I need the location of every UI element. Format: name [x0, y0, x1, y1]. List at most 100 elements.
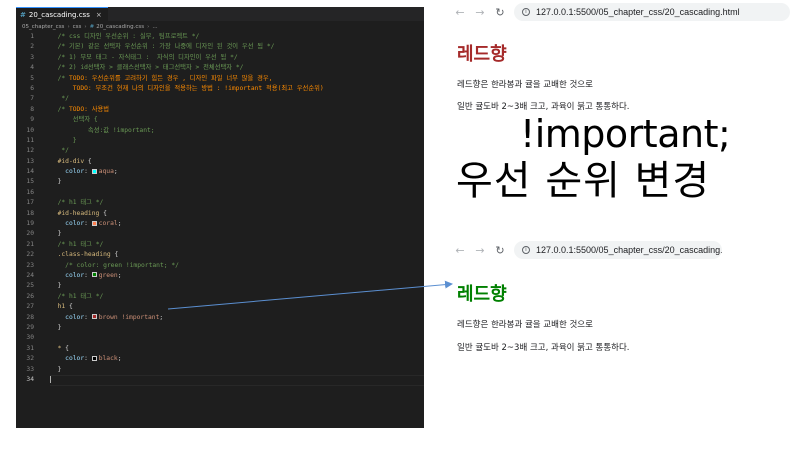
line-text: #id-div { [50, 157, 92, 167]
code-token: /* [50, 74, 69, 82]
code-token: color [50, 271, 85, 279]
code-line[interactable]: 14 color: aqua; [16, 167, 424, 177]
code-line[interactable]: 25 } [16, 281, 424, 291]
address-url: 127.0.0.1:5500/05_chapter_css/20_cascadi… [536, 7, 740, 17]
code-line[interactable]: 9 선택자 { [16, 115, 424, 125]
code-line[interactable]: 3 /* 1) 부모 태그 - 자식태그 : 자식의 디자인이 우선 됨 */ [16, 53, 424, 63]
code-line[interactable]: 2 /* 기본) 같은 선택자 우선순위 : 가장 나중에 디자인 된 것이 우… [16, 42, 424, 52]
code-token: } [50, 323, 62, 331]
breadcrumb-item[interactable]: css [73, 24, 82, 30]
breadcrumb-item[interactable]: 05_chapter_css [22, 24, 64, 30]
code-area[interactable]: 1 /* css 디자인 우선순위 : 실무, 팀프로젝트 */2 /* 기본)… [16, 32, 424, 386]
page-paragraph-bottom-1: 레드향은 한라봉과 귤을 교배한 것으로 [457, 320, 593, 330]
line-text: 속성:값 !important; [50, 126, 155, 136]
code-line[interactable]: 1 /* css 디자인 우선순위 : 실무, 팀프로젝트 */ [16, 32, 424, 42]
code-line[interactable]: 29 } [16, 323, 424, 333]
code-line[interactable]: 20 } [16, 229, 424, 239]
code-line[interactable]: 30 [16, 333, 424, 343]
code-line[interactable]: 31 * { [16, 344, 424, 354]
back-arrow-icon[interactable]: ← [450, 244, 470, 257]
line-text: color: black; [50, 354, 121, 364]
code-token: { [84, 157, 92, 165]
browser-toolbar-top: ← → ↻ i 127.0.0.1:5500/05_chapter_css/20… [450, 0, 790, 24]
reload-icon[interactable]: ↻ [490, 244, 510, 257]
info-icon[interactable]: i [522, 8, 530, 16]
info-icon[interactable]: i [522, 246, 530, 254]
address-bar[interactable]: i 127.0.0.1:5500/05_chapter_css/20_casca… [514, 241, 722, 259]
code-line[interactable]: 4 /* 2) id선택자 > 클래스선택자 > 태그선택자 > 전체선택자 *… [16, 63, 424, 73]
forward-arrow-icon[interactable]: → [470, 244, 490, 257]
line-text: } [50, 323, 62, 333]
forward-arrow-icon[interactable]: → [470, 6, 490, 19]
line-number: 9 [30, 116, 34, 124]
color-swatch-icon[interactable] [91, 220, 97, 226]
code-line[interactable]: 24 color: green; [16, 271, 424, 281]
reload-icon[interactable]: ↻ [490, 6, 510, 19]
code-line[interactable]: 13 #id-div { [16, 157, 424, 167]
code-token: { [61, 344, 69, 352]
line-number: 28 [26, 313, 34, 321]
line-number: 13 [26, 157, 34, 165]
code-line[interactable]: 7 */ [16, 94, 424, 104]
code-token: { [65, 303, 73, 311]
current-line-highlight [50, 375, 424, 386]
code-line[interactable]: 17 /* h1 태그 */ [16, 198, 424, 208]
code-line[interactable]: 8 /* TODO: 사용법 [16, 105, 424, 115]
code-line[interactable]: 32 color: black; [16, 354, 424, 364]
code-line[interactable]: 21 /* h1 태그 */ [16, 240, 424, 250]
code-token: coral [98, 220, 118, 228]
code-line[interactable]: 18 #id-heading { [16, 209, 424, 219]
page-paragraph-top-2: 일반 귤도바 2~3배 크고, 과육이 붉고 통통하다. [457, 102, 630, 112]
code-line[interactable]: 16 [16, 188, 424, 198]
back-arrow-icon[interactable]: ← [450, 6, 470, 19]
code-token: /* 2) id선택자 > 클래스선택자 > 태그선택자 > 전체선택자 */ [50, 64, 244, 72]
code-token: #id-heading [50, 209, 100, 217]
code-token: /* [50, 105, 69, 113]
line-number: 16 [26, 188, 34, 196]
code-token: ; [117, 271, 122, 279]
color-swatch-icon[interactable] [91, 355, 97, 361]
code-line[interactable]: 11 } [16, 136, 424, 146]
code-line[interactable]: 10 속성:값 !important; [16, 126, 424, 136]
code-line[interactable]: 28 color: brown !important; [16, 313, 424, 323]
color-swatch-icon[interactable] [91, 168, 97, 174]
code-line[interactable]: 27 h1 { [16, 302, 424, 312]
editor-tab[interactable]: # 20_cascading.css × [16, 7, 108, 21]
line-text: /* 1) 부모 태그 - 자식태그 : 자식의 디자인이 우선 됨 */ [50, 53, 238, 63]
code-token: #id-div [50, 157, 85, 165]
line-number: 32 [26, 355, 34, 363]
line-text: /* 기본) 같은 선택자 우선순위 : 가장 나중에 디자인 된 것이 우선 … [50, 42, 275, 52]
code-line[interactable]: 26 /* h1 태그 */ [16, 292, 424, 302]
code-line[interactable]: 5 /* TODO: 우선순위를 고려하기 힘든 경우 , 디자인 파일 너무 … [16, 74, 424, 84]
line-text: TODO: 무조건 현재 나의 디자인을 적용하는 방법 : !importan… [50, 84, 324, 94]
line-text: /* 2) id선택자 > 클래스선택자 > 태그선택자 > 전체선택자 */ [50, 63, 244, 73]
breadcrumb-item[interactable]: 20_cascading.css [96, 24, 144, 30]
line-text: * { [50, 344, 69, 354]
code-line[interactable]: 23 /* color: green !important; */ [16, 261, 424, 271]
breadcrumb-item[interactable]: ... [152, 24, 157, 30]
line-text: color: brown !important; [50, 313, 163, 323]
line-text: } [50, 281, 62, 291]
code-line[interactable]: 19 color: coral; [16, 219, 424, 229]
line-number: 25 [26, 282, 34, 290]
line-number: 12 [26, 147, 34, 155]
address-bar[interactable]: i 127.0.0.1:5500/05_chapter_css/20_casca… [514, 3, 790, 21]
close-icon[interactable]: × [96, 11, 102, 19]
color-swatch-icon[interactable] [91, 314, 97, 320]
browser-toolbar-bottom: ← → ↻ i 127.0.0.1:5500/05_chapter_css/20… [450, 238, 722, 262]
code-line[interactable]: 6 TODO: 무조건 현재 나의 디자인을 적용하는 방법 : !import… [16, 84, 424, 94]
breadcrumb: 05_chapter_css › css › # 20_cascading.cs… [16, 21, 424, 32]
code-line[interactable]: 33 } [16, 365, 424, 375]
code-editor[interactable]: # 20_cascading.css × 05_chapter_css › cs… [16, 7, 424, 428]
code-token: } [50, 136, 77, 144]
code-token: } [50, 178, 62, 186]
line-text: color: coral; [50, 219, 121, 229]
line-number: 33 [26, 365, 34, 373]
code-line[interactable]: 12 */ [16, 146, 424, 156]
line-text: color: green; [50, 271, 121, 281]
line-number: 34 [26, 375, 34, 383]
code-line[interactable]: 22 .class-heading { [16, 250, 424, 260]
line-text: /* TODO: 사용법 [50, 105, 110, 115]
color-swatch-icon[interactable] [91, 272, 97, 278]
code-line[interactable]: 15 } [16, 177, 424, 187]
